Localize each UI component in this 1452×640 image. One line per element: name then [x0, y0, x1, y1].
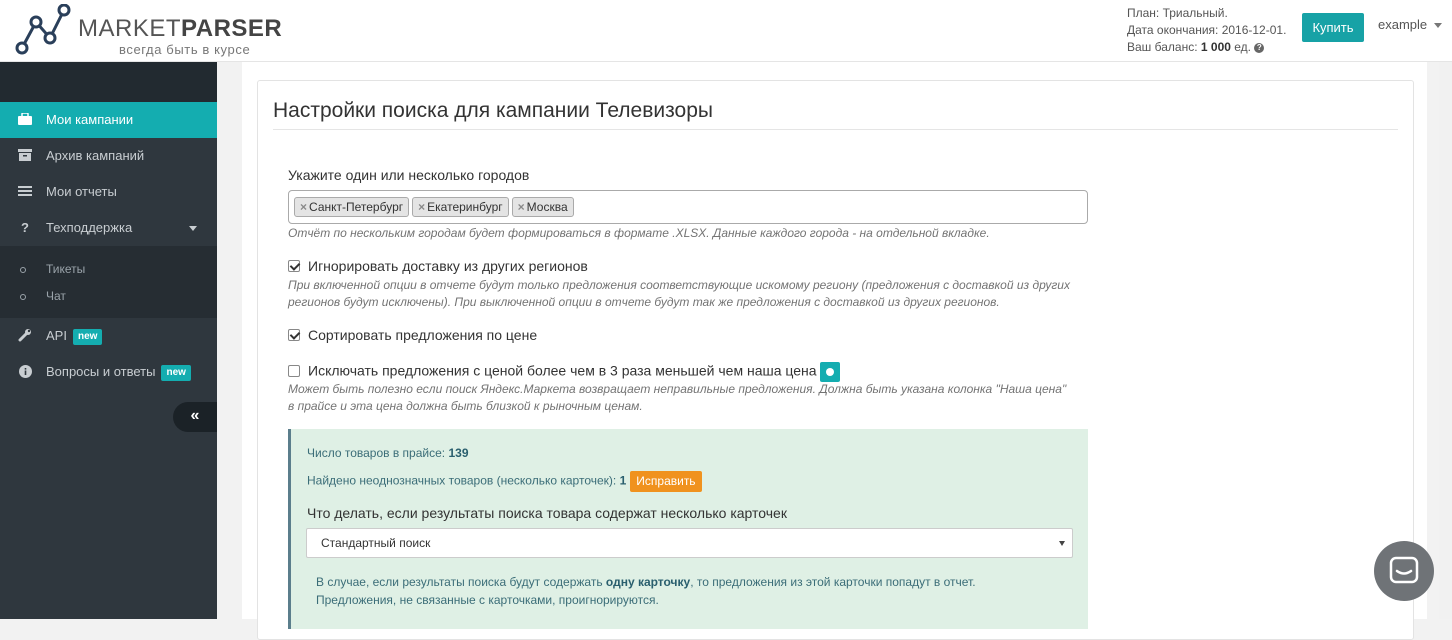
page-scrollbar[interactable]: [1439, 62, 1452, 619]
balance-line: Ваш баланс: 1 000 ед. ?: [1127, 39, 1286, 56]
logo-slogan: всегда быть в курсе: [119, 42, 251, 57]
remove-tag-icon[interactable]: ×: [418, 200, 425, 214]
remove-tag-icon[interactable]: ×: [518, 200, 525, 214]
city-tag[interactable]: × Санкт-Петербург: [294, 197, 410, 217]
city-tag[interactable]: × Москва: [511, 197, 574, 217]
bullet-icon: [20, 267, 26, 273]
info-icon: [18, 354, 32, 390]
sidebar-subitem-chat[interactable]: Чат: [0, 283, 217, 310]
fix-button[interactable]: Исправить: [630, 471, 702, 492]
wrench-icon: [18, 318, 32, 354]
chat-launcher-button[interactable]: [1374, 541, 1434, 601]
new-badge: new: [161, 364, 191, 381]
multi-cards-label: Что делать, если результаты поиска товар…: [307, 505, 787, 521]
sidebar-item-api[interactable]: API new: [0, 318, 217, 354]
plan-line: План: Триальный.: [1127, 6, 1228, 20]
sidebar-item-faq[interactable]: Вопросы и ответы new: [0, 354, 217, 390]
title-divider: [273, 129, 1398, 130]
chevron-down-icon: [189, 226, 197, 231]
cities-hint: Отчёт по нескольким городам будет формир…: [288, 226, 990, 240]
question-icon: ?: [21, 220, 29, 235]
products-count: Число товаров в прайсе: 139: [307, 446, 469, 460]
sidebar-item-archive[interactable]: Архив кампаний: [0, 138, 217, 174]
exclude-cheap-checkbox[interactable]: [288, 364, 300, 377]
ambiguous-count: Найдено неоднозначных товаров (несколько…: [307, 471, 702, 492]
logo-graph-icon: [15, 4, 71, 55]
expiry-line: Дата окончания: 2016-12-01.: [1127, 23, 1287, 37]
remove-tag-icon[interactable]: ×: [300, 200, 307, 214]
support-submenu: Тикеты Чат: [0, 246, 217, 318]
sidebar-item-support[interactable]: ? Техподдержка: [0, 210, 217, 246]
sidebar-top-strip: [0, 62, 217, 102]
exclude-cheap-option[interactable]: Исключать предложения с ценой более чем …: [288, 362, 840, 382]
sort-price-option[interactable]: Сортировать предложения по цене: [288, 327, 537, 343]
sidebar: Мои кампании Архив кампаний Мои отчеты ?…: [0, 62, 217, 619]
question-circle-icon[interactable]: ?: [1254, 42, 1265, 53]
select-arrow-icon: [1059, 541, 1065, 546]
list-icon: [18, 174, 32, 210]
sort-price-checkbox[interactable]: [288, 329, 300, 341]
info-toggle-icon[interactable]: [819, 362, 840, 382]
cities-label: Укажите один или несколько городов: [288, 167, 530, 183]
ignore-delivery-option[interactable]: Игнорировать доставку из других регионов: [288, 258, 588, 274]
city-tag[interactable]: × Екатеринбург: [412, 197, 509, 217]
ignore-delivery-hint: При включенной опции в отчете будут толь…: [288, 278, 1070, 309]
page-title: Настройки поиска для кампании Телевизоры: [273, 99, 713, 122]
briefcase-icon: [18, 102, 32, 138]
chat-icon: [1389, 556, 1419, 584]
sidebar-item-reports[interactable]: Мои отчеты: [0, 174, 217, 210]
sidebar-subitem-tickets[interactable]: Тикеты: [0, 256, 217, 283]
plan-info: План: Триальный. Дата окончания: 2016-12…: [1127, 5, 1286, 56]
collapse-sidebar-button[interactable]: «: [173, 402, 217, 432]
logo-wordmark: MARKETPARSER: [78, 15, 283, 42]
multi-cards-select[interactable]: Стандартный поиск: [306, 528, 1073, 558]
exclude-cheap-hint: Может быть полезно если поиск Яндекс.Мар…: [288, 382, 1067, 413]
buy-button[interactable]: Купить: [1302, 13, 1364, 42]
top-header: MARKETPARSER всегда быть в курсе План: Т…: [0, 0, 1452, 62]
archive-icon: [18, 138, 32, 174]
ignore-delivery-checkbox[interactable]: [288, 260, 300, 272]
user-menu[interactable]: example: [1378, 17, 1443, 32]
caret-down-icon: [1434, 23, 1443, 29]
new-badge: new: [72, 328, 103, 345]
sidebar-item-campaigns[interactable]: Мои кампании: [0, 102, 217, 138]
bullet-icon: [20, 294, 26, 300]
multi-cards-note: В случае, если результаты поиска будут с…: [316, 575, 976, 607]
cities-multiselect[interactable]: × Санкт-Петербург × Екатеринбург × Москва: [288, 190, 1088, 224]
